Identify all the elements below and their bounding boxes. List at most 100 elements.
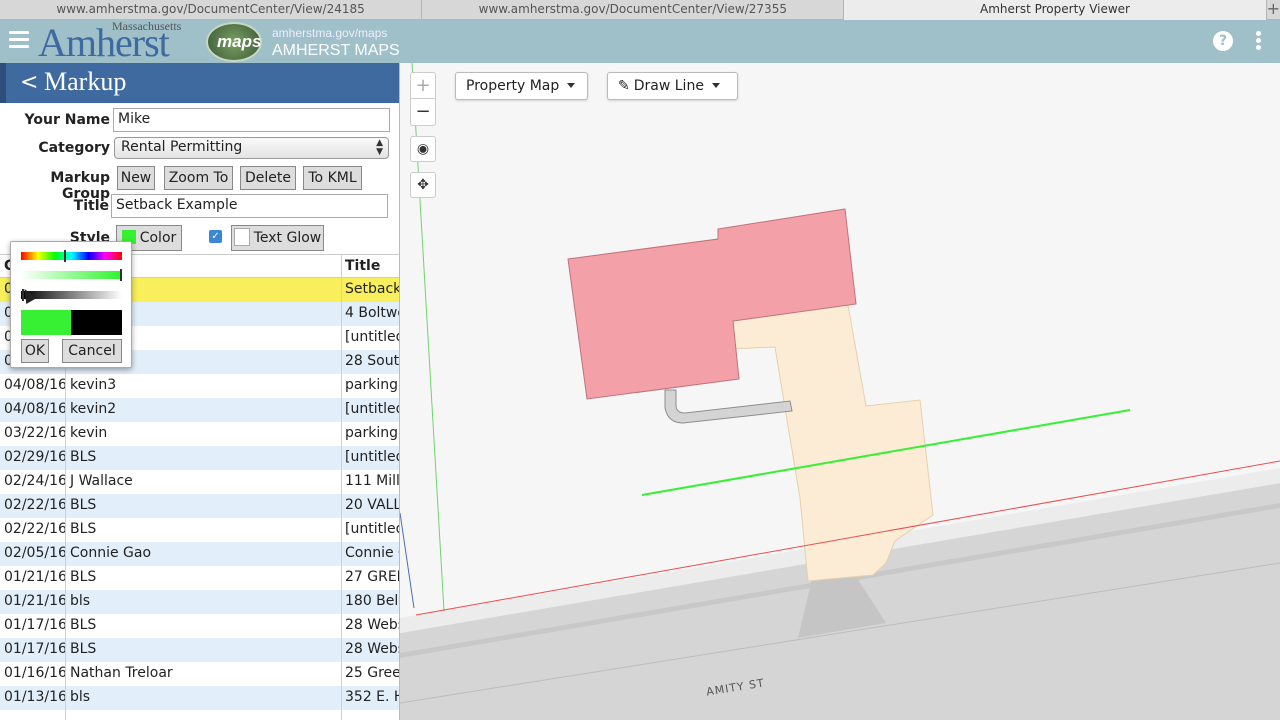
table-cell-title: 28 South: [345, 353, 400, 369]
table-row[interactable]: 02/29/16 BLS [untitled: [0, 446, 400, 470]
saturation-slider-thumb[interactable]: [120, 269, 122, 281]
table-cell-title: 25 Gree: [345, 665, 400, 681]
table-row[interactable]: 01/17/16 BLS 28 Webs: [0, 614, 400, 638]
browser-tab-3[interactable]: Amherst Property Viewer: [844, 0, 1267, 20]
picker-cancel-button[interactable]: Cancel: [62, 339, 122, 363]
zoom-control: + −: [410, 72, 436, 126]
table-cell-title: [untitled: [345, 521, 400, 537]
table-cell-title: 352 E. H: [345, 689, 400, 705]
table-cell-name: BLS: [70, 569, 97, 585]
table-cell-title: parking: [345, 377, 398, 393]
map-canvas[interactable]: [400, 63, 1280, 720]
more-options-icon[interactable]: [1256, 31, 1262, 51]
table-cell-date: 02/22/16: [4, 497, 67, 513]
table-cell-title: 180 Belc: [345, 593, 400, 609]
saturation-slider[interactable]: [21, 269, 122, 281]
table-row[interactable]: 02/22/16 BLS [untitled: [0, 518, 400, 542]
table-cell-title: [untitled: [345, 401, 400, 417]
table-cell-title: 20 VALL: [345, 497, 400, 513]
table-row[interactable]: 01/13/16 bls 352 E. H: [0, 686, 400, 710]
table-cell-title: parking: [345, 425, 398, 441]
table-cell-date: 01/17/16: [4, 617, 67, 633]
new-tab-button[interactable]: +: [1267, 0, 1280, 19]
table-cell-title: 28 Webs: [345, 641, 400, 657]
picker-ok-button[interactable]: OK: [21, 339, 49, 363]
basemap-dropdown[interactable]: Property Map: [455, 72, 588, 100]
delete-button[interactable]: Delete: [240, 166, 296, 190]
table-cell-date: 02/24/16: [4, 473, 67, 489]
panel-title-bar: < Markup: [0, 63, 399, 103]
globe-icon[interactable]: ◉: [410, 136, 436, 162]
blue-line: [400, 512, 415, 609]
zoom-out-button[interactable]: −: [411, 99, 435, 125]
table-row[interactable]: 01/21/16 BLS 27 GREE: [0, 566, 400, 590]
table-cell-title: [untitled: [345, 449, 400, 465]
table-cell-name: bls: [70, 593, 91, 609]
table-cell-name: BLS: [70, 497, 97, 513]
basemap-dropdown-label: Property Map: [466, 78, 560, 94]
pencil-icon: ✎: [618, 78, 630, 94]
table-cell-title: 111 Mill: [345, 473, 400, 489]
table-cell-name: BLS: [70, 449, 97, 465]
hue-slider[interactable]: [21, 250, 122, 262]
color-picker-popup: OK Cancel: [10, 241, 132, 368]
category-label: Category: [38, 140, 110, 156]
table-cell-title: 28 Webs: [345, 617, 400, 633]
hamburger-menu-icon[interactable]: [9, 31, 29, 49]
hue-slider-thumb[interactable]: [64, 250, 66, 262]
table-row[interactable]: 03/22/16 kevin parking: [0, 422, 399, 446]
table-cell-title: 27 GREE: [345, 569, 400, 585]
table-row[interactable]: 04/08/16 kevin3 parking: [0, 374, 399, 398]
header-subtitle: AMHERST MAPS: [272, 42, 400, 59]
text-glow-swatch: [233, 228, 250, 246]
markup-panel: < Markup Your Name Mike Category Rental …: [0, 63, 400, 720]
table-cell-date: 03/22/16: [4, 425, 67, 441]
table-cell-date: 01/16/16: [4, 665, 67, 681]
draw-tool-dropdown[interactable]: ✎ Draw Line: [607, 72, 738, 100]
title-input[interactable]: Setback Example: [111, 194, 388, 218]
table-cell-name: kevin: [70, 425, 108, 441]
browser-tab-2[interactable]: www.amherstma.gov/DocumentCenter/View/27…: [422, 0, 845, 20]
text-glow-checkbox[interactable]: ✓: [209, 230, 222, 243]
table-cell-date: 04/08/16: [4, 377, 67, 393]
category-select-value: Rental Permitting: [121, 139, 243, 155]
new-color-preview: [21, 310, 71, 335]
table-cell-date: 01/21/16: [4, 569, 67, 585]
table-cell-name: kevin3: [70, 377, 117, 393]
to-kml-button[interactable]: To KML: [303, 166, 362, 190]
zoom-in-button[interactable]: +: [411, 73, 435, 99]
caret-down-icon: [711, 83, 720, 88]
back-arrow-icon[interactable]: <: [20, 72, 38, 94]
table-row[interactable]: 01/17/16 BLS 28 Webs: [0, 638, 400, 662]
column-header-title[interactable]: Title: [345, 258, 380, 274]
caret-down-icon: [567, 83, 576, 88]
table-row[interactable]: 02/22/16 BLS 20 VALL: [0, 494, 400, 518]
new-group-button[interactable]: New: [117, 166, 155, 190]
walkway-shape: [664, 389, 793, 424]
table-cell-date: 01/21/16: [4, 593, 67, 609]
logo-maps-text: maps: [217, 32, 262, 51]
text-glow-button[interactable]: Text Glow: [231, 225, 324, 251]
locate-crosshair-icon[interactable]: ✥: [410, 172, 436, 198]
select-arrows-icon: ▲ ▼: [376, 138, 383, 157]
help-icon[interactable]: ?: [1213, 31, 1233, 51]
browser-tab-1[interactable]: www.amherstma.gov/DocumentCenter/View/24…: [0, 0, 423, 20]
your-name-label: Your Name: [24, 112, 110, 128]
your-name-input[interactable]: Mike: [113, 108, 390, 132]
color-button-label: Color: [139, 230, 177, 246]
table-cell-date: 04/08/16: [4, 401, 67, 417]
table-row[interactable]: 02/24/16 J Wallace 111 Mill: [0, 470, 400, 494]
table-row[interactable]: 01/21/16 bls 180 Belc: [0, 590, 400, 614]
category-select[interactable]: Rental Permitting ▲ ▼: [114, 137, 389, 159]
table-cell-date: 02/05/16: [4, 545, 67, 561]
table-cell-name: Nathan Treloar: [70, 665, 173, 681]
text-glow-label: Text Glow: [253, 230, 322, 246]
table-cell-date: 01/13/16: [4, 689, 67, 705]
zoom-to-button[interactable]: Zoom To: [164, 166, 233, 190]
table-row[interactable]: 01/16/16 Nathan Treloar 25 Gree: [0, 662, 400, 686]
old-color-preview: [71, 310, 122, 335]
table-row[interactable]: 02/05/16Connie Gao Connie G: [0, 542, 399, 566]
table-cell-title: Connie G: [345, 545, 399, 561]
table-cell-name: kevin2: [70, 401, 117, 417]
table-row[interactable]: 04/08/16 kevin2 [untitled: [0, 398, 400, 422]
